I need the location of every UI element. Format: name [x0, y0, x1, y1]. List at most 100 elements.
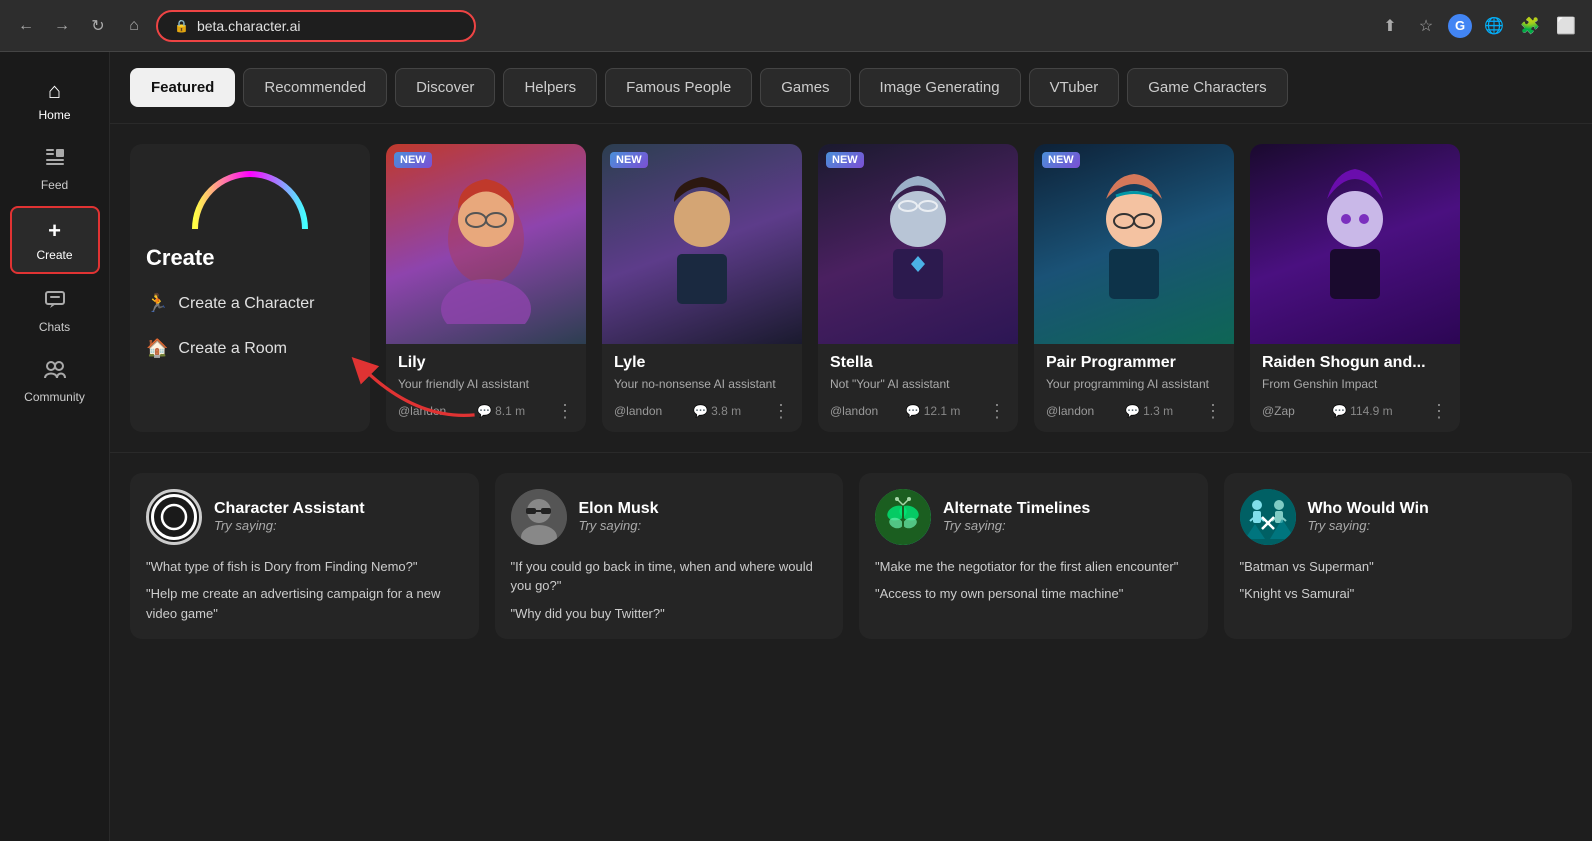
lyle-count: 💬 3.8 m [693, 404, 741, 418]
stella-desc: Not "Your" AI assistant [830, 376, 1006, 393]
sidebar-item-community[interactable]: Community [10, 348, 100, 414]
tab-vtuber[interactable]: VTuber [1029, 68, 1120, 107]
tab-helpers[interactable]: Helpers [503, 68, 597, 107]
chat-icon-stella: 💬 [906, 404, 921, 418]
who-wins-name: Who Would Win [1308, 500, 1429, 518]
main-content: Featured Recommended Discover Helpers Fa… [110, 52, 1592, 841]
raiden-avatar [1290, 164, 1420, 324]
suggested-card-char-assist[interactable]: Character Assistant Try saying: "What ty… [130, 473, 479, 640]
suggested-card-elon[interactable]: Elon Musk Try saying: "If you could go b… [495, 473, 844, 640]
featured-row: Create 🏃 Create a Character 🏠 Create a R… [110, 124, 1592, 452]
share-button[interactable]: ⬆ [1376, 12, 1404, 40]
sidebar-item-feed[interactable]: Feed [10, 136, 100, 202]
bookmark-button[interactable]: ☆ [1412, 12, 1440, 40]
lily-count: 💬 8.1 m [477, 404, 525, 418]
reload-button[interactable]: ↻ [84, 12, 112, 40]
community-icon [43, 358, 67, 386]
char-assist-avatar [146, 489, 202, 545]
chats-icon [44, 288, 66, 316]
character-card-lyle[interactable]: NEW Lyle Your no-nonsense AI assistant @… [602, 144, 802, 432]
room-icon: 🏠 [146, 338, 168, 359]
lyle-avatar [637, 164, 767, 324]
create-character-label: Create a Character [178, 295, 314, 313]
character-card-stella[interactable]: NEW Stella Not "Your" AI assistant [818, 144, 1018, 432]
raiden-more-button[interactable]: ⋮ [1430, 401, 1448, 422]
pair-author: @landon [1046, 404, 1094, 418]
lily-more-button[interactable]: ⋮ [556, 401, 574, 422]
lock-icon: 🔒 [174, 19, 189, 33]
globe-button[interactable]: 🌐 [1480, 12, 1508, 40]
tab-game-chars[interactable]: Game Characters [1127, 68, 1287, 107]
tab-recommended[interactable]: Recommended [243, 68, 387, 107]
lily-desc: Your friendly AI assistant [398, 376, 574, 393]
pair-card-body: Pair Programmer Your programming AI assi… [1034, 344, 1234, 432]
stella-more-button[interactable]: ⋮ [988, 401, 1006, 422]
character-icon: 🏃 [146, 293, 168, 314]
lyle-card-body: Lyle Your no-nonsense AI assistant @land… [602, 344, 802, 432]
suggested-card-alternate[interactable]: Alternate Timelines Try saying: "Make me… [859, 473, 1208, 640]
lyle-desc: Your no-nonsense AI assistant [614, 376, 790, 393]
google-account-icon[interactable]: G [1448, 14, 1472, 38]
char-assist-try: Try saying: [214, 518, 365, 533]
new-badge: NEW [394, 152, 432, 168]
raiden-name: Raiden Shogun and... [1262, 354, 1448, 372]
menu-button[interactable]: ⬜ [1552, 12, 1580, 40]
butterfly-icon [875, 489, 931, 545]
tab-games[interactable]: Games [760, 68, 850, 107]
elon-quote-2: "Why did you buy Twitter?" [511, 604, 828, 624]
sidebar-item-community-label: Community [24, 390, 85, 404]
stella-count: 💬 12.1 m [906, 404, 961, 418]
app-layout: ⌂ Home Feed + Create [0, 52, 1592, 841]
chat-icon: 💬 [477, 404, 492, 418]
tab-famous[interactable]: Famous People [605, 68, 752, 107]
sidebar-item-home[interactable]: ⌂ Home [10, 68, 100, 132]
stella-card-body: Stella Not "Your" AI assistant @landon 💬… [818, 344, 1018, 432]
url-text: beta.character.ai [197, 18, 301, 34]
chat-icon-raiden: 💬 [1332, 404, 1347, 418]
lily-card-body: Lily Your friendly AI assistant @landon … [386, 344, 586, 432]
char-assist-name: Character Assistant [214, 500, 365, 518]
who-wins-header: Who Would Win Try saying: [1240, 489, 1557, 545]
tab-discover[interactable]: Discover [395, 68, 495, 107]
stella-avatar [853, 164, 983, 324]
lyle-more-button[interactable]: ⋮ [772, 401, 790, 422]
extensions-button[interactable]: 🧩 [1516, 12, 1544, 40]
who-wins-quote-1: "Batman vs Superman" [1240, 557, 1557, 577]
home-button[interactable]: ⌂ [120, 12, 148, 40]
address-bar[interactable]: 🔒 beta.character.ai [156, 10, 476, 42]
elon-avatar-img [511, 489, 567, 545]
lily-author: @landon [398, 404, 446, 418]
create-options: 🏃 Create a Character 🏠 Create a Room [146, 287, 354, 365]
tab-featured[interactable]: Featured [130, 68, 235, 107]
create-panel: Create 🏃 Create a Character 🏠 Create a R… [130, 144, 370, 432]
raiden-card-body: Raiden Shogun and... From Genshin Impact… [1250, 344, 1460, 432]
create-room-option[interactable]: 🏠 Create a Room [146, 332, 354, 365]
alternate-info: Alternate Timelines Try saying: [943, 500, 1090, 533]
elon-quote-1: "If you could go back in time, when and … [511, 557, 828, 596]
character-card-raiden[interactable]: Raiden Shogun and... From Genshin Impact… [1250, 144, 1460, 432]
stella-name: Stella [830, 354, 1006, 372]
pair-name: Pair Programmer [1046, 354, 1222, 372]
pair-card-image: NEW [1034, 144, 1234, 344]
sidebar-item-create[interactable]: + Create [10, 206, 100, 274]
category-tabs: Featured Recommended Discover Helpers Fa… [110, 52, 1592, 124]
chat-icon-lyle: 💬 [693, 404, 708, 418]
create-title: Create [146, 245, 214, 271]
character-card-pair[interactable]: NEW Pair Programmer You [1034, 144, 1234, 432]
sidebar-item-chats[interactable]: Chats [10, 278, 100, 344]
char-assist-avatar-inner [151, 494, 197, 540]
who-wins-try: Try saying: [1308, 518, 1429, 533]
suggested-card-who-wins[interactable]: Who Would Win Try saying: "Batman vs Sup… [1224, 473, 1573, 640]
lily-avatar [421, 164, 551, 324]
char-assist-header: Character Assistant Try saying: [146, 489, 463, 545]
pair-more-button[interactable]: ⋮ [1204, 401, 1222, 422]
back-button[interactable]: ← [12, 12, 40, 40]
create-character-option[interactable]: 🏃 Create a Character [146, 287, 354, 320]
character-card-lily[interactable]: NEW Lily Y [386, 144, 586, 432]
chat-icon-pair: 💬 [1125, 404, 1140, 418]
raiden-author: @Zap [1262, 404, 1295, 418]
elon-info: Elon Musk Try saying: [579, 500, 659, 533]
forward-button[interactable]: → [48, 12, 76, 40]
tab-image-gen[interactable]: Image Generating [859, 68, 1021, 107]
alternate-header: Alternate Timelines Try saying: [875, 489, 1192, 545]
